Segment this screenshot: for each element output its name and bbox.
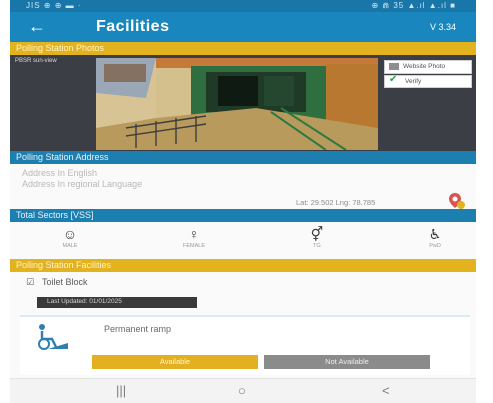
section-header-address-label: Polling Station Address	[16, 152, 109, 162]
photo-label: PBSR sun-view	[15, 58, 57, 64]
polling-station-photo[interactable]	[96, 58, 378, 150]
checkmark-icon: ✔	[389, 74, 398, 85]
photo-panel: PBSR sun-view Website Photo ✔ Verify	[10, 55, 476, 153]
photo-icon	[389, 63, 399, 70]
checkbox-checked-icon[interactable]: ☑	[26, 277, 34, 288]
facility-toilet-row[interactable]: ☑ Toilet Block	[10, 272, 476, 294]
verify-button[interactable]: ✔ Verify	[384, 74, 472, 88]
address-regional: Address In regional Language	[22, 179, 143, 189]
male-voter-icon: ☺	[62, 226, 78, 242]
recents-icon[interactable]: |||	[116, 383, 126, 398]
sector-third-gender[interactable]: ⚥ TG	[297, 226, 337, 249]
permanent-ramp-label: Permanent ramp	[104, 324, 172, 334]
verify-label: Verify	[405, 78, 422, 85]
location-pin-icon[interactable]	[448, 192, 466, 210]
status-bar: JIS ⊕ ⊕ ▬ · ⊕ ⋒ 35 ▲.ıl ▲.ıl ■	[10, 0, 476, 12]
address-english: Address In English	[22, 168, 98, 178]
back-nav-icon[interactable]: <	[382, 383, 390, 398]
voter-sectors-row: ☺ MALE ♀ FEMALE ⚥ TG ♿ PwD	[10, 222, 476, 257]
app-bar: ← Facilities V 3.34	[10, 12, 476, 42]
sector-caption: TG	[313, 243, 321, 249]
section-header-sectors-label: Total Sectors [VSS]	[16, 210, 94, 220]
last-updated-text: Last Updated: 01/01/2025	[47, 298, 122, 305]
section-header-facilities-label: Polling Station Facilities	[16, 260, 112, 270]
section-header-facilities: Polling Station Facilities	[10, 259, 476, 272]
sector-male[interactable]: ☺ MALE	[50, 226, 90, 249]
female-voter-icon: ♀	[188, 226, 200, 242]
sector-caption: FEMALE	[182, 243, 205, 249]
third-gender-icon: ⚥	[310, 226, 324, 242]
status-right-icons: ⊕ ⋒ 35 ▲.ıl ▲.ıl ■	[371, 1, 456, 10]
arrow-left-icon[interactable]: ←	[28, 16, 46, 37]
last-updated-pill: Last Updated: 01/01/2025	[37, 297, 197, 308]
address-block: Address In English Address In regional L…	[10, 164, 476, 212]
facility-toilet-label: Toilet Block	[42, 277, 88, 287]
available-button[interactable]: Available	[92, 355, 258, 369]
wheelchair-ramp-icon	[34, 323, 70, 351]
section-header-photos: Polling Station Photos	[10, 42, 476, 55]
sector-caption: PwD	[429, 243, 441, 249]
page-title: Facilities	[96, 18, 170, 35]
section-header-photos-label: Polling Station Photos	[16, 43, 105, 53]
permanent-ramp-card: Permanent ramp Available Not Available	[20, 315, 470, 375]
app-version: V 3.34	[429, 22, 456, 32]
status-left-icons: JIS ⊕ ⊕ ▬ ·	[26, 1, 82, 10]
section-header-sectors: Total Sectors [VSS]	[10, 209, 476, 222]
lat-lng-readout: Lat: 29.502 Lng: 78.785	[296, 198, 376, 207]
section-header-address: Polling Station Address	[10, 151, 476, 164]
wheelchair-icon: ♿	[428, 226, 442, 242]
system-nav-bar: ||| ○ <	[10, 378, 476, 403]
website-photo-label: Website Photo	[403, 63, 446, 70]
sector-caption: MALE	[62, 243, 78, 249]
website-photo-button[interactable]: Website Photo	[384, 60, 472, 74]
phone-screen: JIS ⊕ ⊕ ▬ · ⊕ ⋒ 35 ▲.ıl ▲.ıl ■ ← Facilit…	[10, 0, 476, 403]
sector-female[interactable]: ♀ FEMALE	[174, 226, 214, 249]
not-available-button[interactable]: Not Available	[264, 355, 430, 369]
home-icon[interactable]: ○	[238, 383, 246, 398]
sector-pwd[interactable]: ♿ PwD	[415, 226, 455, 249]
